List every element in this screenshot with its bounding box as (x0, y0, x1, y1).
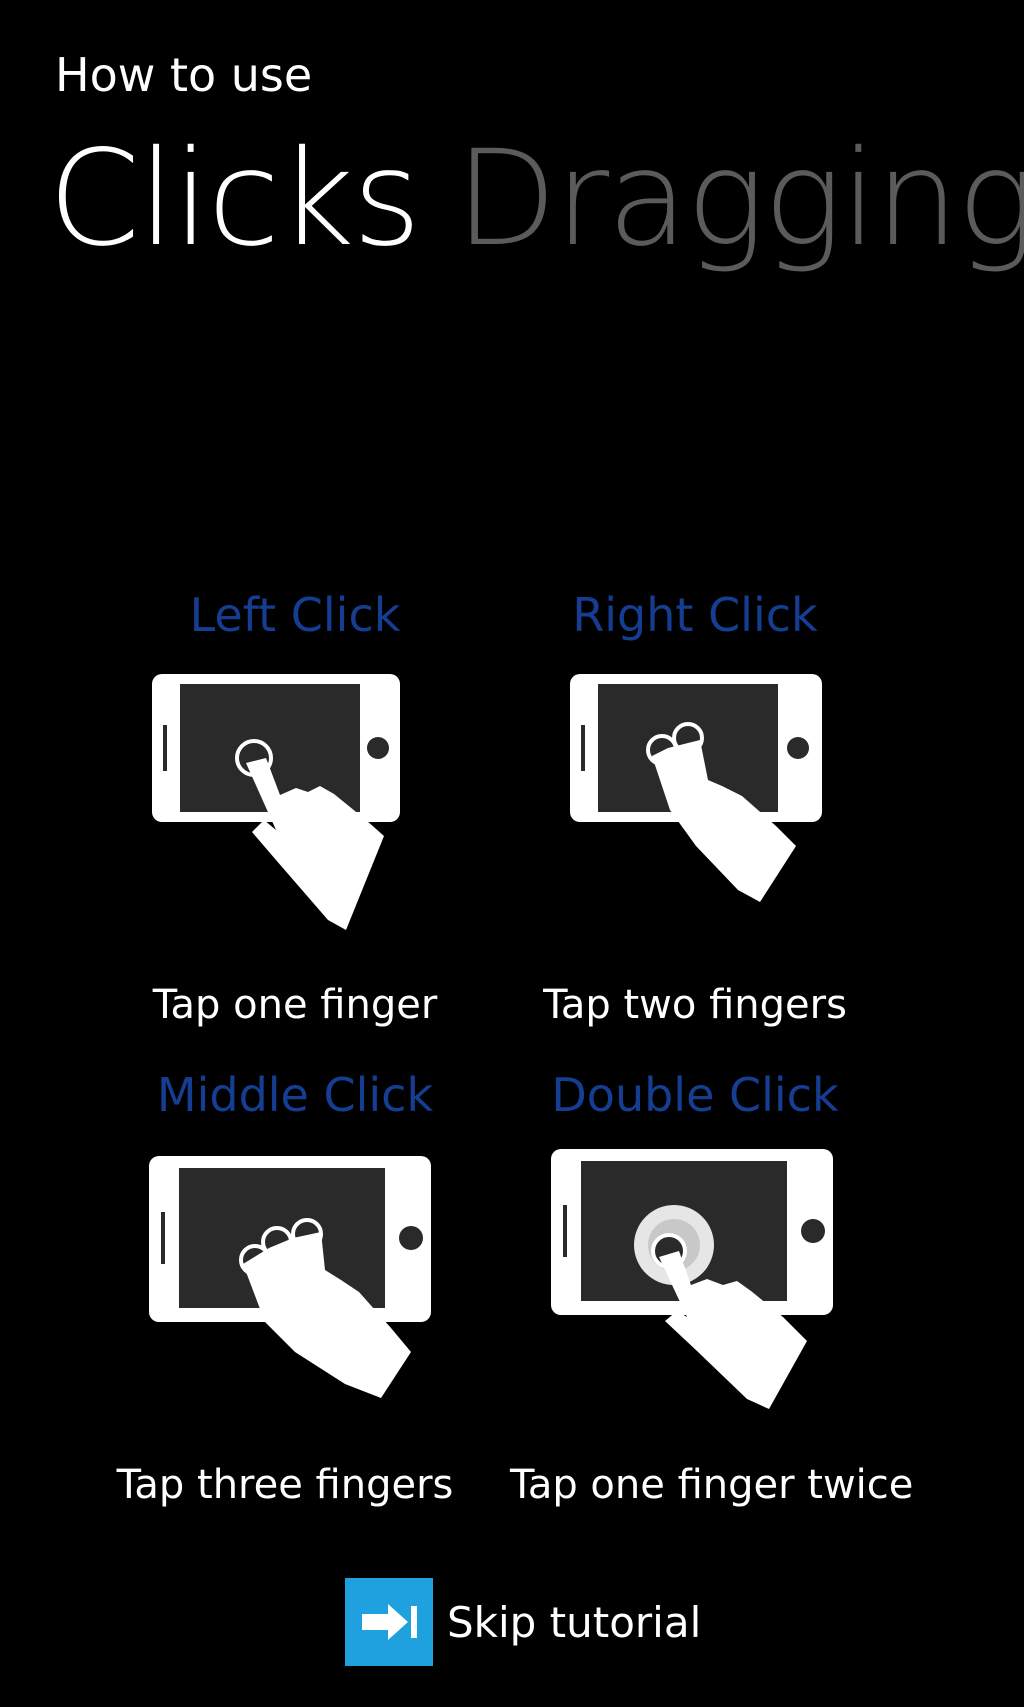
double-tap-icon (547, 1145, 847, 1425)
two-finger-tap-icon (566, 670, 836, 940)
gesture-title: Right Click (572, 588, 818, 642)
gesture-desc-double: Tap one finger twice (510, 1462, 914, 1508)
pivot-clicks[interactable]: Clicks (48, 130, 421, 269)
gesture-description: Tap three fingers (116, 1462, 454, 1508)
skip-tutorial-label[interactable]: Skip tutorial (447, 1598, 701, 1647)
gesture-right-click: Right Click (505, 585, 885, 645)
gesture-title: Left Click (189, 588, 401, 642)
gesture-title: Middle Click (156, 1068, 434, 1122)
gesture-desc-left: Tap one finger (105, 982, 485, 1028)
pivot-dragging[interactable]: Dragging (455, 130, 1024, 269)
arrow-right-icon[interactable] (345, 1578, 433, 1666)
gesture-title: Double Click (551, 1068, 839, 1122)
gesture-description: Tap one finger (152, 982, 438, 1028)
gesture-desc-right: Tap two fingers (505, 982, 885, 1028)
gesture-description: Tap two fingers (543, 982, 847, 1028)
gesture-description: Tap one finger twice (510, 1462, 914, 1508)
pivot-header: Clicks Dragging (48, 130, 1024, 269)
gesture-left-click: Left Click (105, 585, 485, 645)
gesture-desc-middle: Tap three fingers (95, 1462, 475, 1508)
gesture-middle-click: Middle Click (105, 1065, 485, 1125)
app-label: How to use (55, 48, 313, 102)
gesture-double-click: Double Click (505, 1065, 885, 1125)
one-finger-tap-icon (148, 670, 418, 940)
skip-tutorial-button[interactable]: Skip tutorial (345, 1578, 701, 1666)
three-finger-tap-icon (145, 1152, 435, 1422)
